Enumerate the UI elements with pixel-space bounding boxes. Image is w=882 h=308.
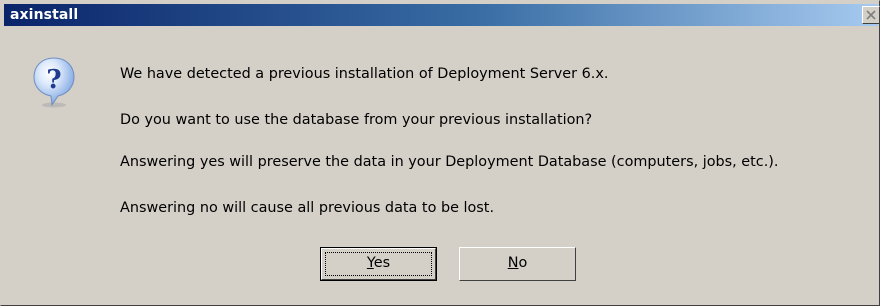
- no-button-label: No: [507, 255, 528, 271]
- yes-button[interactable]: Yes: [320, 247, 437, 281]
- dialog-window: axinstall ? We have detected a previous …: [0, 0, 880, 306]
- message-line-1: We have detected a previous installation…: [120, 66, 609, 82]
- message-line-2: Do you want to use the database from you…: [120, 112, 593, 128]
- message-line-4: Answering no will cause all previous dat…: [120, 200, 495, 216]
- close-button[interactable]: [862, 6, 880, 24]
- yes-button-label: Yes: [366, 255, 391, 271]
- message-line-3: Answering yes will preserve the data in …: [120, 154, 779, 170]
- svg-text:?: ?: [46, 65, 61, 95]
- dialog-content: ? We have detected a previous installati…: [4, 28, 878, 304]
- no-button[interactable]: No: [459, 247, 576, 281]
- close-icon: [866, 10, 876, 20]
- window-title: axinstall: [10, 7, 79, 23]
- question-icon: ?: [32, 56, 76, 108]
- title-bar[interactable]: axinstall: [4, 4, 880, 26]
